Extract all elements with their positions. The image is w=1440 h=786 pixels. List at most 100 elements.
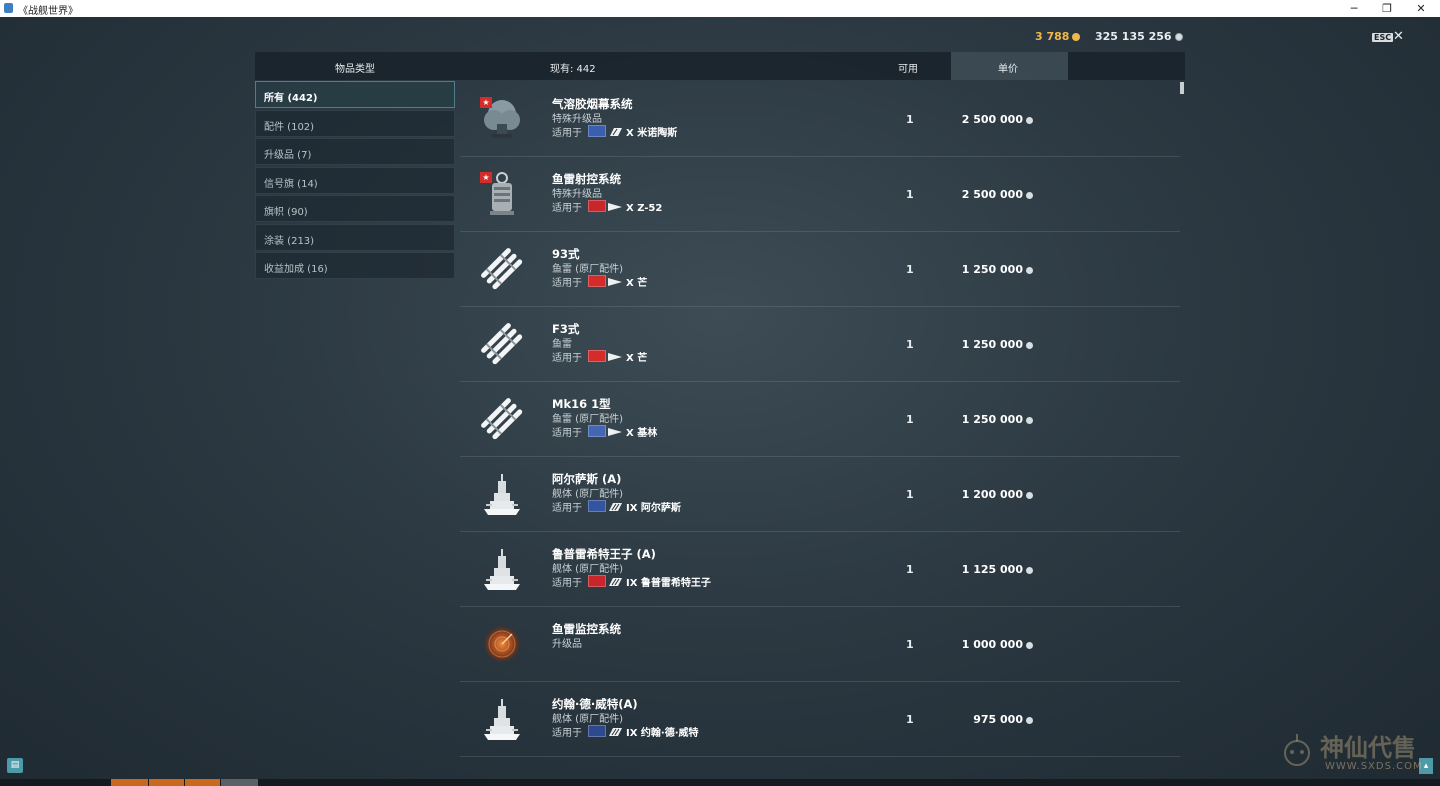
ship-name: IX 阿尔萨斯 — [626, 503, 681, 514]
category-item[interactable]: 旗帜 (90) — [255, 195, 455, 222]
destroyer-class-icon — [608, 353, 622, 361]
destroyer-class-icon — [608, 278, 622, 286]
netherlands-flag-icon — [588, 725, 606, 737]
item-row[interactable]: 93式 鱼雷 (原厂配件) 适用于 X 芒11 250 000 — [460, 232, 1180, 307]
header-item-type: 物品类型 — [335, 64, 375, 75]
item-row[interactable]: 阿尔萨斯 (A) 舰体 (原厂配件) 适用于 IX 阿尔萨斯 1 1 200 000 — [460, 457, 1180, 532]
item-price-value: 1 250 000 — [961, 338, 1023, 351]
item-price: 1 200 000 — [962, 488, 1033, 501]
item-quantity: 1 — [906, 488, 914, 501]
item-quantity: 1 — [906, 638, 914, 651]
item-applicable-ship: 适用于 IX 阿尔萨斯 — [552, 499, 681, 514]
torpedo-launcher-icon — [480, 246, 524, 292]
credits-coin-icon — [1174, 33, 1183, 41]
item-row[interactable]: 鲁普雷希特王子 (A) 舰体 (原厂配件) 适用于 IX 鲁普雷希特王子 1 1 125 … — [460, 532, 1180, 607]
item-price-value: 1 000 000 — [961, 638, 1023, 651]
watermark-text: 神仙代售 — [1320, 734, 1416, 762]
item-price: 1 250 000 — [962, 263, 1033, 276]
category-item[interactable]: 配件 (102) — [255, 109, 455, 137]
item-price: 1 000 000 — [962, 638, 1033, 651]
torpedo-launcher-icon — [480, 396, 524, 442]
credits-amount: 325 135 256 — [1095, 30, 1172, 43]
item-type: 舰体 (原厂配件) — [552, 714, 623, 725]
special-star-icon: ★ — [480, 172, 492, 183]
torpedo-radar-icon — [480, 621, 524, 667]
app-icon — [4, 3, 13, 13]
category-sidebar: 所有 (442) 配件 (102) 升级品 (7) 信号旗 (14) 旗帜 (90) 涂装… — [255, 81, 455, 281]
category-item[interactable]: 所有 (442) — [255, 81, 455, 108]
item-row[interactable]: ★ 气溶胶烟幕系统 特殊升级品 适用于 X 米诺陶斯 1 2 500 000 — [460, 82, 1180, 157]
header-owned-count: 现有: 442 — [550, 64, 596, 75]
applicable-label: 适用于 — [552, 728, 582, 739]
item-type: 鱼雷 (原厂配件) — [552, 264, 623, 275]
item-applicable-ship: 适用于 IX 约翰·德·威特 — [552, 724, 699, 739]
category-item[interactable]: 涂装 (213) — [255, 223, 455, 251]
item-price: 975 000 — [973, 713, 1033, 726]
item-type: 特殊升级品 — [552, 114, 602, 125]
item-price-value: 1 125 000 — [961, 563, 1023, 576]
item-row[interactable]: ★ 鱼雷射控系统 特殊升级品 适用于 X Z-52 1 2 500 000 — [460, 157, 1180, 232]
credits-coin-icon — [1026, 117, 1033, 124]
item-quantity: 1 — [906, 413, 914, 426]
france-flag-icon — [588, 500, 606, 512]
header-available-column[interactable]: 可用 — [898, 60, 918, 75]
close-icon[interactable]: ✕ — [1393, 29, 1404, 44]
item-row[interactable]: F3式 鱼雷 适用于 X 芒11 250 000 — [460, 307, 1180, 382]
item-price: 1 125 000 — [962, 563, 1033, 576]
minimize-button[interactable]: ─ — [1337, 0, 1371, 17]
battleship-hull-icon — [480, 696, 524, 742]
torpedo-launcher-icon — [480, 321, 524, 367]
item-applicable-ship: 适用于 X 基林 — [552, 424, 657, 439]
ship-name: X 芒 — [626, 353, 648, 364]
item-quantity: 1 — [906, 338, 914, 351]
item-row[interactable]: 鱼雷监控系统 升级品 1 1 000 000 — [460, 607, 1180, 682]
header-price-column[interactable]: 单价 — [998, 60, 1018, 75]
item-applicable-ship: 适用于 X 芒 — [552, 274, 647, 289]
credits-coin-icon — [1026, 717, 1033, 724]
category-item[interactable]: 升级品 (7) — [255, 138, 455, 165]
restore-button[interactable]: ❐ — [1370, 0, 1404, 17]
esc-key-hint: ESC — [1372, 33, 1394, 42]
item-price: 2 500 000 — [962, 188, 1033, 201]
applicable-label: 适用于 — [552, 578, 582, 589]
category-item[interactable]: 收益加成 (16) — [255, 252, 455, 279]
gold-coin-icon — [1072, 33, 1081, 41]
item-type: 鱼雷 — [552, 339, 572, 350]
credits-coin-icon — [1026, 492, 1033, 499]
chat-icon[interactable]: ▤ — [7, 758, 23, 773]
item-price-value: 1 250 000 — [961, 263, 1023, 276]
applicable-label: 适用于 — [552, 278, 582, 289]
battleship-class-icon — [608, 728, 622, 736]
window-title: 《战舰世界》 — [18, 6, 78, 17]
item-quantity: 1 — [906, 563, 914, 576]
category-item[interactable]: 信号旗 (14) — [255, 166, 455, 194]
inventory-list: ★ 气溶胶烟幕系统 特殊升级品 适用于 X 米诺陶斯 1 2 500 000 ★ 鱼雷射控系统特… — [460, 82, 1180, 757]
item-type: 鱼雷 (原厂配件) — [552, 414, 623, 425]
item-row[interactable]: 约翰·德·威特(A) 舰体 (原厂配件) 适用于 IX 约翰·德·威特 1 975 000 — [460, 682, 1180, 757]
japan-flag-icon — [588, 275, 606, 287]
watermark-url: WWW.SXDS.COM — [1325, 761, 1423, 772]
usa-flag-icon — [588, 425, 606, 437]
applicable-label: 适用于 — [552, 353, 582, 364]
germany-flag-icon — [588, 200, 606, 212]
destroyer-class-icon — [608, 428, 622, 436]
gold-amount: 3 788 — [1035, 30, 1070, 43]
applicable-label: 适用于 — [552, 128, 582, 139]
battleship-class-icon — [608, 503, 622, 511]
close-window-button[interactable]: ✕ — [1404, 0, 1438, 17]
gold-balance: 3 788 — [1035, 30, 1081, 43]
ship-name: X 芒 — [626, 278, 648, 289]
item-type: 升级品 — [552, 639, 582, 650]
scrollbar[interactable] — [1180, 82, 1184, 94]
item-type: 舰体 (原厂配件) — [552, 489, 623, 500]
ship-name: X 基林 — [626, 428, 658, 439]
item-row[interactable]: Mk16 1型 鱼雷 (原厂配件) 适用于 X 基林 1 1 250 000 — [460, 382, 1180, 457]
item-quantity: 1 — [906, 113, 914, 126]
item-price: 1 250 000 — [962, 413, 1033, 426]
applicable-label: 适用于 — [552, 503, 582, 514]
item-price-value: 1 250 000 — [961, 413, 1023, 426]
item-type: 特殊升级品 — [552, 189, 602, 200]
ship-name: IX 鲁普雷希特王子 — [626, 578, 711, 589]
destroyer-class-icon — [608, 203, 622, 211]
battleship-hull-icon — [480, 546, 524, 592]
